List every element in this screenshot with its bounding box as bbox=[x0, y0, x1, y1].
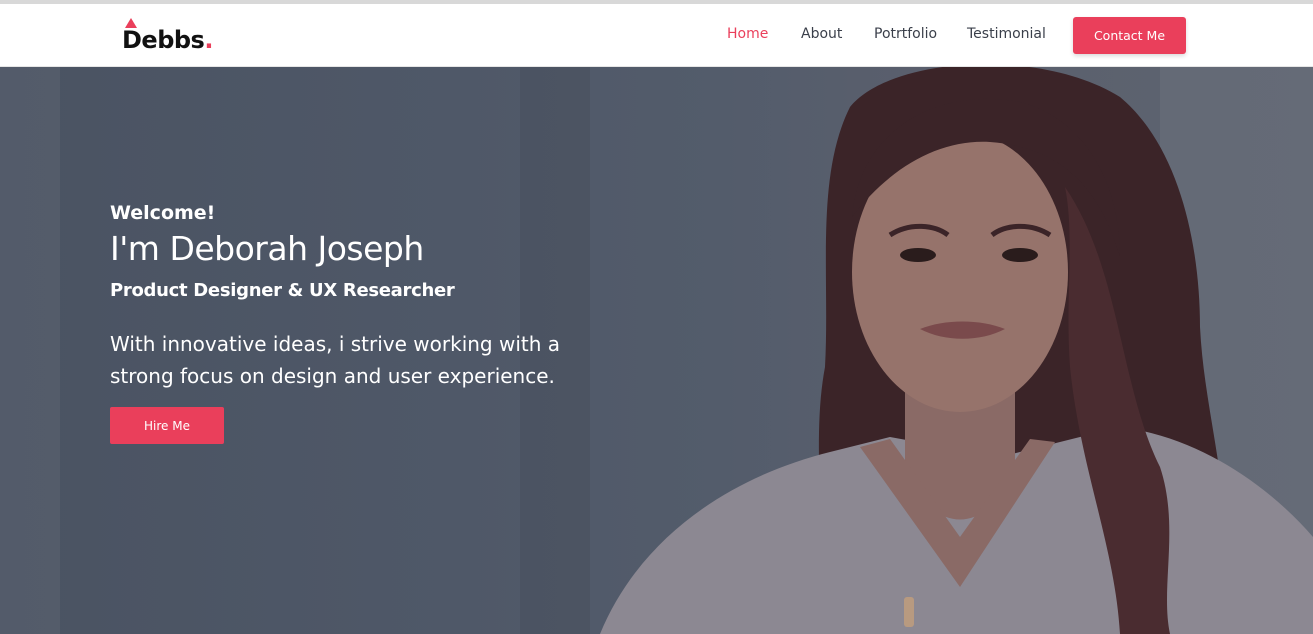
logo-text: Debbs. bbox=[122, 26, 213, 54]
hero-tagline: With innovative ideas, i strive working … bbox=[110, 332, 561, 388]
hire-me-button[interactable]: Hire Me bbox=[110, 407, 224, 444]
hero-background-panel bbox=[0, 67, 60, 634]
portrait-right-eye bbox=[1002, 248, 1038, 262]
logo-wordmark: Debbs bbox=[122, 26, 205, 54]
nav-testimonial-link[interactable]: Testimonial bbox=[967, 26, 1046, 42]
contact-me-button[interactable]: Contact Me bbox=[1073, 17, 1186, 54]
hero-welcome: Welcome! bbox=[110, 202, 216, 224]
hero-portrait-image bbox=[600, 67, 1313, 634]
hero-role: Product Designer & UX Researcher bbox=[110, 280, 455, 301]
logo-dot: . bbox=[204, 26, 213, 54]
portrait-left-eye bbox=[900, 248, 936, 262]
page: Debbs. Home About Potrtfolio Testimonial… bbox=[0, 0, 1313, 634]
hero-section: Welcome! I'm Deborah Joseph Product Desi… bbox=[0, 67, 1313, 634]
nav-home-link[interactable]: Home bbox=[727, 26, 768, 42]
hero-name: I'm Deborah Joseph bbox=[110, 229, 424, 268]
nav-portfolio-link[interactable]: Potrtfolio bbox=[874, 26, 937, 42]
portrait-pendant bbox=[904, 597, 914, 627]
nav-about-link[interactable]: About bbox=[801, 26, 842, 42]
navbar: Debbs. Home About Potrtfolio Testimonial… bbox=[0, 4, 1313, 67]
